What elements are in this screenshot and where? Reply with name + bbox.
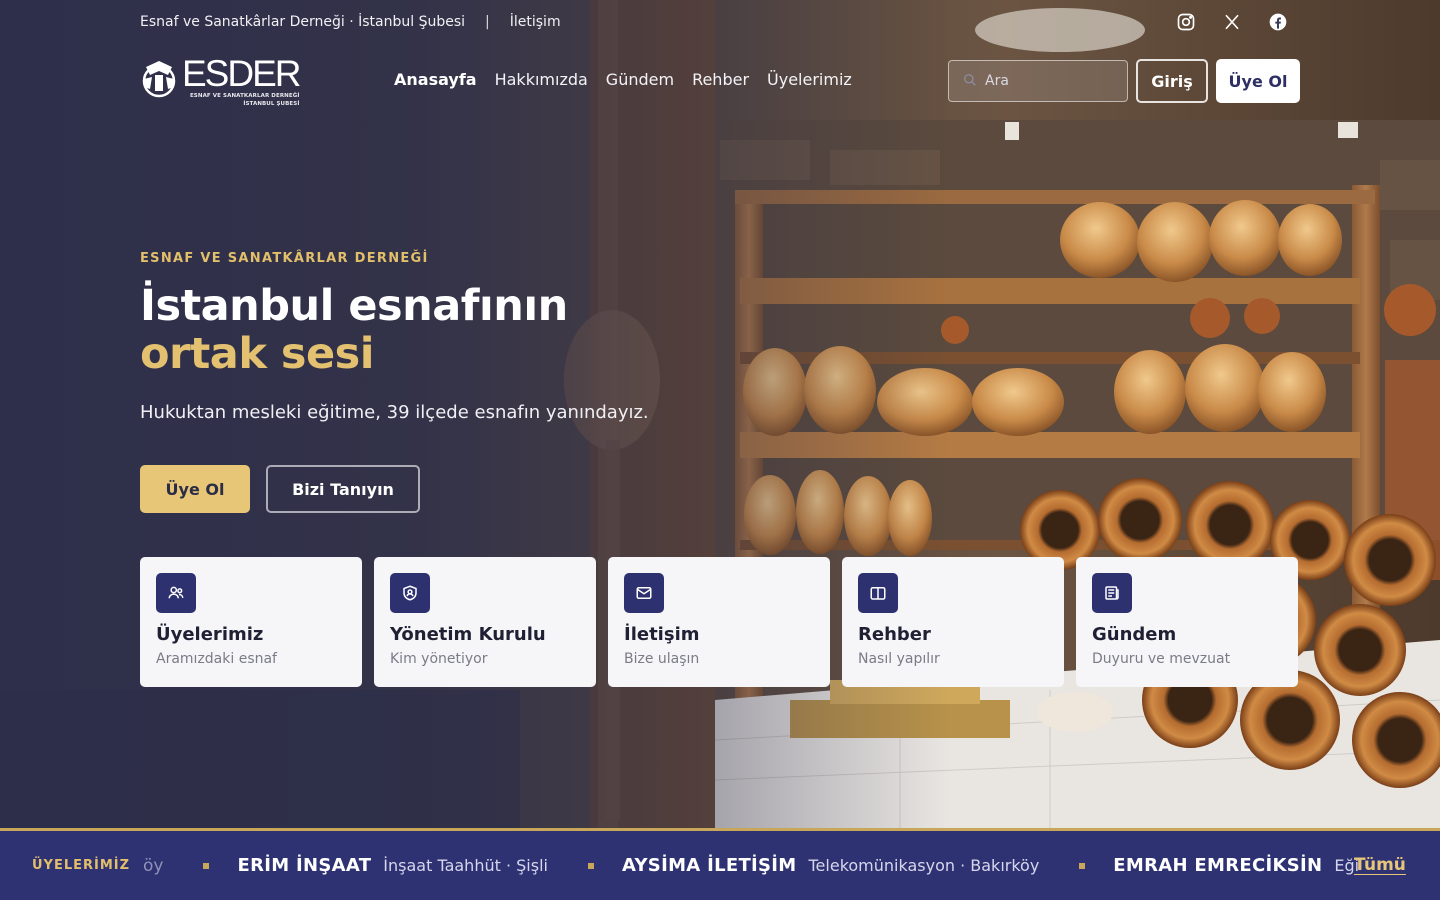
join-button-header[interactable]: Üye Ol: [1216, 59, 1300, 103]
hero-eyebrow: ESNAF VE SANATKÂRLAR DERNEĞİ: [140, 251, 429, 266]
ticker-label: ÜYELERİMİZ: [32, 858, 131, 873]
nav-item-uyelerimiz[interactable]: Üyelerimiz: [767, 70, 852, 89]
logo-subtitle-2: İSTANBUL ŞUBESİ: [243, 100, 300, 107]
card-subtitle: Nasıl yapılır: [858, 651, 940, 667]
org-name: Esnaf ve Sanatkârlar Derneği · İstanbul …: [140, 14, 466, 30]
nav-item-anasayfa[interactable]: Anasayfa: [394, 70, 477, 89]
card-subtitle: Aramızdaki esnaf: [156, 651, 277, 667]
bullet-icon: [1079, 862, 1086, 869]
member-desc: İnşaat Taahhüt · Şişli: [383, 856, 548, 875]
hero-title-line1: İstanbul esnafının: [140, 281, 568, 331]
ticker-item[interactable]: ERİM İNŞAAT İnşaat Taahhüt · Şişli: [203, 855, 548, 876]
card-yonetim-kurulu[interactable]: Yönetim Kurulu Kim yönetiyor: [374, 557, 596, 687]
about-us-button[interactable]: Bizi Tanıyın: [266, 465, 420, 513]
login-button[interactable]: Giriş: [1136, 59, 1208, 103]
card-title: Yönetim Kurulu: [390, 624, 546, 645]
bullet-icon: [587, 862, 594, 869]
card-subtitle: Duyuru ve mevzuat: [1092, 651, 1231, 667]
users-icon: [156, 573, 196, 613]
x-icon[interactable]: [1220, 10, 1244, 34]
ticker-item[interactable]: AYSİMA İLETİŞİM Telekomünikasyon · Bakır…: [587, 855, 1040, 876]
mail-icon: [624, 573, 664, 613]
card-title: İletişim: [624, 624, 700, 645]
logo[interactable]: ESDER ESNAF VE SANATKARLAR DERNEĞİ İSTAN…: [140, 53, 301, 108]
logo-subtitle-1: ESNAF VE SANATKARLAR DERNEĞİ: [189, 93, 300, 99]
topbar-separator: |: [485, 14, 490, 30]
nav-item-hakkimizda[interactable]: Hakkımızda: [495, 70, 588, 89]
search-icon: [963, 72, 977, 91]
card-subtitle: Kim yönetiyor: [390, 651, 488, 667]
card-rehber[interactable]: Rehber Nasıl yapılır: [842, 557, 1064, 687]
quick-links: Üyelerimiz Aramızdaki esnaf Yönetim Kuru…: [140, 557, 1298, 687]
member-desc: Telekomünikasyon · Bakırköy: [808, 856, 1040, 875]
hero-title-line2: ortak sesi: [140, 329, 374, 379]
card-title: Üyelerimiz: [156, 624, 264, 645]
card-title: Rehber: [858, 624, 931, 645]
book-icon: [858, 573, 898, 613]
search-input[interactable]: [985, 73, 1115, 89]
members-ticker: ÜYELERİMİZ öy ERİM İNŞAAT İnşaat Taahhüt…: [0, 828, 1440, 900]
hero-subtitle: Hukuktan mesleki eğitime, 39 ilçede esna…: [140, 402, 649, 423]
member-name: ERİM İNŞAAT: [237, 855, 372, 876]
member-name: AYSİMA İLETİŞİM: [621, 855, 797, 876]
card-gundem[interactable]: Gündem Duyuru ve mevzuat: [1076, 557, 1298, 687]
social-links: [1174, 10, 1290, 34]
card-subtitle: Bize ulaşın: [624, 651, 700, 667]
nav-item-gundem[interactable]: Gündem: [606, 70, 674, 89]
card-title: Gündem: [1092, 624, 1177, 645]
logo-text: ESDER ESNAF VE SANATKARLAR DERNEĞİ İSTAN…: [182, 53, 301, 108]
instagram-icon[interactable]: [1174, 10, 1198, 34]
member-name: EMRAH EMRECİKSİN: [1113, 855, 1323, 876]
contact-link[interactable]: İletişim: [510, 14, 561, 30]
nav-item-rehber[interactable]: Rehber: [692, 70, 749, 89]
top-bar: Esnaf ve Sanatkârlar Derneği · İstanbul …: [140, 12, 561, 32]
card-uyelerimiz[interactable]: Üyelerimiz Aramızdaki esnaf: [140, 557, 362, 687]
logo-wordmark: ESDER: [182, 53, 301, 94]
main-nav: Anasayfa Hakkımızda Gündem Rehber Üyeler…: [394, 70, 852, 89]
ticker-track: öy ERİM İNŞAAT İnşaat Taahhüt · Şişli AY…: [143, 831, 1380, 900]
hero-title: İstanbul esnafının ortak sesi: [140, 282, 568, 378]
shield-user-icon: [390, 573, 430, 613]
join-button-hero[interactable]: Üye Ol: [140, 465, 250, 513]
bullet-icon: [203, 862, 210, 869]
newspaper-icon: [1092, 573, 1132, 613]
card-iletisim[interactable]: İletişim Bize ulaşın: [608, 557, 830, 687]
search-box[interactable]: [948, 60, 1128, 102]
ticker-fragment: öy: [143, 855, 164, 876]
ticker-item[interactable]: EMRAH EMRECİKSİN Eği: [1079, 855, 1359, 876]
ticker-all-link[interactable]: Tümü: [1354, 855, 1406, 875]
facebook-icon[interactable]: [1266, 10, 1290, 34]
logo-emblem-icon: [140, 57, 178, 105]
